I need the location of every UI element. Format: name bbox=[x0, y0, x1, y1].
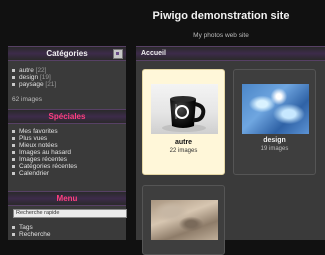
site-subtitle: My photos web site bbox=[193, 32, 249, 39]
quick-search-input[interactable]: Recherche rapide bbox=[13, 209, 127, 218]
categories-title: Catégories bbox=[46, 49, 88, 58]
category-item-paysage[interactable]: paysage [21] bbox=[12, 81, 56, 88]
special-item-random[interactable]: Images au hasard bbox=[12, 149, 77, 156]
category-thumbnail-autre[interactable]: autre 22 images bbox=[142, 69, 225, 175]
category-label[interactable]: design bbox=[19, 74, 38, 81]
categories-panel-title: Catégories bbox=[8, 46, 126, 61]
thumbnail-count: 19 images bbox=[260, 146, 289, 152]
menu-title: Menu bbox=[56, 194, 78, 203]
main-content: Accueil autre 22 images design 19 images bbox=[136, 46, 325, 255]
special-label[interactable]: Calendrier bbox=[19, 170, 49, 177]
special-item-recent-categories[interactable]: Catégories récentes bbox=[12, 163, 77, 170]
sand-photo-icon[interactable] bbox=[151, 200, 218, 240]
category-thumbnail-paysage[interactable] bbox=[142, 185, 225, 255]
water-photo-icon[interactable] bbox=[242, 84, 309, 134]
menu-panel-title: Menu bbox=[8, 191, 126, 206]
thumbnail-name[interactable]: autre bbox=[143, 139, 224, 146]
special-label[interactable]: Plus vues bbox=[19, 135, 47, 142]
images-total: 62 images bbox=[12, 96, 42, 103]
breadcrumb[interactable]: Accueil bbox=[141, 47, 166, 60]
menu-item-search[interactable]: Recherche bbox=[12, 231, 50, 238]
special-label[interactable]: Images au hasard bbox=[19, 149, 71, 156]
special-item-most-viewed[interactable]: Plus vues bbox=[12, 135, 77, 142]
special-item-best-rated[interactable]: Mieux notées bbox=[12, 142, 77, 149]
special-item-favorites[interactable]: Mes favorites bbox=[12, 128, 77, 135]
category-label[interactable]: autre bbox=[19, 67, 34, 74]
menu-item-tags[interactable]: Tags bbox=[12, 224, 50, 231]
special-label[interactable]: Catégories récentes bbox=[19, 163, 77, 170]
special-item-calendar[interactable]: Calendrier bbox=[12, 170, 77, 177]
category-thumbnail-design[interactable]: design 19 images bbox=[233, 69, 316, 175]
category-item-autre[interactable]: autre [22] bbox=[12, 67, 56, 74]
special-label[interactable]: Mieux notées bbox=[19, 142, 58, 149]
categories-list: autre [22] design [19] paysage [21] bbox=[12, 67, 56, 88]
thumbnail-count: 22 images bbox=[169, 148, 198, 154]
specials-panel-title: Spéciales bbox=[8, 109, 126, 124]
mug-photo-icon[interactable] bbox=[151, 84, 218, 134]
site-header: Piwigo demonstration site My photos web … bbox=[0, 0, 325, 46]
category-count: [22] bbox=[35, 67, 47, 74]
category-label[interactable]: paysage bbox=[19, 81, 44, 88]
thumbnail-name[interactable]: design bbox=[234, 137, 315, 144]
site-title[interactable]: Piwigo demonstration site bbox=[136, 10, 306, 22]
specials-list: Mes favorites Plus vues Mieux notées Ima… bbox=[12, 128, 77, 177]
specials-title: Spéciales bbox=[48, 112, 86, 121]
special-label[interactable]: Mes favorites bbox=[19, 128, 58, 135]
menu-list: Tags Recherche bbox=[12, 224, 50, 238]
menu-label[interactable]: Tags bbox=[19, 224, 33, 231]
category-item-design[interactable]: design [19] bbox=[12, 74, 56, 81]
category-count: [21] bbox=[45, 81, 57, 88]
main-header: Accueil bbox=[136, 46, 325, 61]
special-label[interactable]: Images récentes bbox=[19, 156, 67, 163]
special-item-recent-images[interactable]: Images récentes bbox=[12, 156, 77, 163]
category-view-icon[interactable] bbox=[113, 49, 123, 59]
sidebar: Catégories autre [22] design [19] paysag… bbox=[8, 46, 127, 240]
menu-label[interactable]: Recherche bbox=[19, 231, 50, 238]
category-count: [19] bbox=[39, 74, 51, 81]
